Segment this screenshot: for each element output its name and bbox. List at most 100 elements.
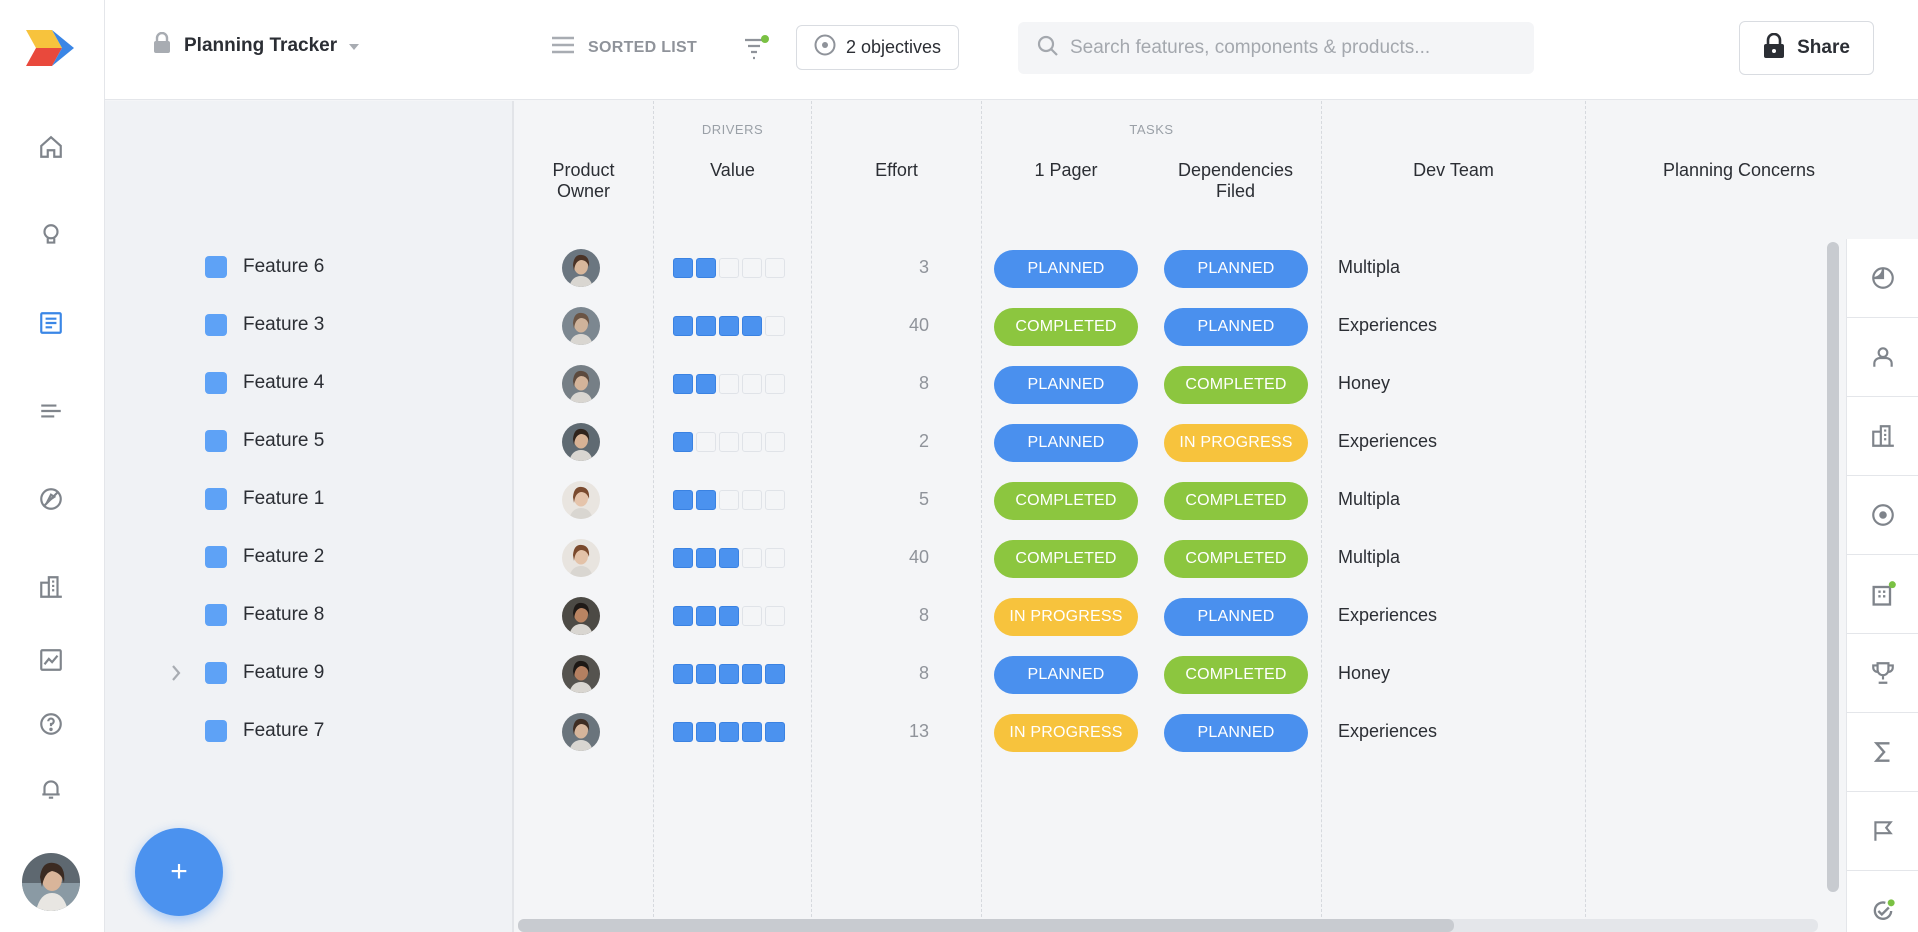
vertical-scrollbar[interactable]	[1827, 242, 1839, 892]
column-header-dependencies[interactable]: Dependencies Filed	[1150, 160, 1321, 202]
compass-icon[interactable]	[31, 479, 71, 519]
home-icon[interactable]	[31, 127, 71, 167]
lightbulb-icon[interactable]	[31, 215, 71, 255]
sigma-icon[interactable]	[1847, 713, 1918, 792]
filter-button[interactable]	[743, 34, 773, 62]
feature-name[interactable]: Feature 3	[205, 314, 324, 336]
feature-name[interactable]: Feature 1	[205, 488, 324, 510]
effort-value[interactable]: 40	[850, 315, 929, 336]
dev-team-value[interactable]: Honey	[1338, 373, 1390, 394]
value-rating[interactable]	[673, 606, 785, 626]
one-pager-status[interactable]: PLANNED	[994, 424, 1138, 462]
table-row[interactable]: Feature 3 40 COMPLETED PLANNED Experiences	[105, 297, 1844, 355]
value-rating[interactable]	[673, 258, 785, 278]
one-pager-status[interactable]: PLANNED	[994, 366, 1138, 404]
check-circle-icon[interactable]	[1847, 871, 1918, 932]
dev-team-value[interactable]: Multipla	[1338, 257, 1400, 278]
document-icon[interactable]	[31, 303, 71, 343]
table-row[interactable]: Feature 9 8 PLANNED COMPLETED Honey	[105, 645, 1844, 703]
dev-team-value[interactable]: Experiences	[1338, 315, 1437, 336]
feature-name[interactable]: Feature 5	[205, 430, 324, 452]
feature-name[interactable]: Feature 4	[205, 372, 324, 394]
owner-avatar[interactable]	[562, 713, 600, 751]
dev-team-value[interactable]: Multipla	[1338, 547, 1400, 568]
effort-value[interactable]: 13	[850, 721, 929, 742]
help-icon[interactable]	[31, 704, 71, 744]
owner-avatar[interactable]	[562, 365, 600, 403]
table-row[interactable]: Feature 1 5 COMPLETED COMPLETED Multipla	[105, 471, 1844, 529]
table-row[interactable]: Feature 5 2 PLANNED IN PROGRESS Experiences	[105, 413, 1844, 471]
target-icon[interactable]	[1847, 476, 1918, 555]
one-pager-status[interactable]: IN PROGRESS	[994, 714, 1138, 752]
column-header-effort[interactable]: Effort	[812, 160, 981, 181]
table-row[interactable]: Feature 6 3 PLANNED PLANNED Multipla	[105, 239, 1844, 297]
dev-team-value[interactable]: Experiences	[1338, 721, 1437, 742]
dependencies-status[interactable]: IN PROGRESS	[1164, 424, 1308, 462]
app-logo[interactable]	[22, 26, 78, 70]
list-icon[interactable]	[31, 391, 71, 431]
view-selector[interactable]: SORTED LIST	[552, 36, 697, 59]
effort-value[interactable]: 8	[850, 373, 929, 394]
dependencies-status[interactable]: PLANNED	[1164, 308, 1308, 346]
value-rating[interactable]	[673, 548, 785, 568]
dev-team-value[interactable]: Honey	[1338, 663, 1390, 684]
value-rating[interactable]	[673, 664, 785, 684]
feature-name[interactable]: Feature 8	[205, 604, 324, 626]
objectives-button[interactable]: 2 objectives	[796, 25, 959, 70]
column-header-one-pager[interactable]: 1 Pager	[982, 160, 1150, 181]
chart-icon[interactable]	[31, 640, 71, 680]
search-input[interactable]	[1070, 37, 1510, 59]
effort-value[interactable]: 5	[850, 489, 929, 510]
column-header-product-owner[interactable]: Product Owner	[514, 160, 653, 202]
add-feature-button[interactable]: +	[135, 828, 223, 916]
owner-avatar[interactable]	[562, 249, 600, 287]
value-rating[interactable]	[673, 490, 785, 510]
column-header-dev-team[interactable]: Dev Team	[1322, 160, 1585, 181]
one-pager-status[interactable]: IN PROGRESS	[994, 598, 1138, 636]
one-pager-status[interactable]: COMPLETED	[994, 308, 1138, 346]
value-rating[interactable]	[673, 316, 785, 336]
owner-avatar[interactable]	[562, 539, 600, 577]
owner-avatar[interactable]	[562, 597, 600, 635]
dependencies-status[interactable]: COMPLETED	[1164, 540, 1308, 578]
column-header-planning-concerns[interactable]: Planning Concerns	[1586, 160, 1892, 181]
one-pager-status[interactable]: COMPLETED	[994, 540, 1138, 578]
dependencies-status[interactable]: COMPLETED	[1164, 366, 1308, 404]
dependencies-status[interactable]: COMPLETED	[1164, 656, 1308, 694]
dependencies-status[interactable]: PLANNED	[1164, 598, 1308, 636]
trophy-icon[interactable]	[1847, 634, 1918, 713]
dev-team-value[interactable]: Experiences	[1338, 431, 1437, 452]
flag-icon[interactable]	[1847, 792, 1918, 871]
bell-icon[interactable]	[31, 769, 71, 809]
building-grid-icon[interactable]	[1847, 555, 1918, 634]
effort-value[interactable]: 8	[850, 605, 929, 626]
dependencies-status[interactable]: PLANNED	[1164, 714, 1308, 752]
dependencies-status[interactable]: PLANNED	[1164, 250, 1308, 288]
effort-value[interactable]: 40	[850, 547, 929, 568]
user-avatar[interactable]	[22, 853, 80, 911]
table-row[interactable]: Feature 2 40 COMPLETED COMPLETED Multipla	[105, 529, 1844, 587]
effort-value[interactable]: 8	[850, 663, 929, 684]
table-row[interactable]: Feature 7 13 IN PROGRESS PLANNED Experiences	[105, 703, 1844, 761]
person-icon[interactable]	[1847, 318, 1918, 397]
dev-team-value[interactable]: Multipla	[1338, 489, 1400, 510]
feature-name[interactable]: Feature 7	[205, 720, 324, 742]
value-rating[interactable]	[673, 374, 785, 394]
expand-chevron-icon[interactable]	[171, 664, 181, 687]
value-rating[interactable]	[673, 722, 785, 742]
horizontal-scrollbar[interactable]	[518, 919, 1454, 932]
effort-value[interactable]: 2	[850, 431, 929, 452]
table-row[interactable]: Feature 8 8 IN PROGRESS PLANNED Experiences	[105, 587, 1844, 645]
buildings-icon[interactable]	[1847, 397, 1918, 476]
table-row[interactable]: Feature 4 8 PLANNED COMPLETED Honey	[105, 355, 1844, 413]
one-pager-status[interactable]: COMPLETED	[994, 482, 1138, 520]
search-box[interactable]	[1018, 22, 1534, 74]
owner-avatar[interactable]	[562, 423, 600, 461]
value-rating[interactable]	[673, 432, 785, 452]
owner-avatar[interactable]	[562, 481, 600, 519]
buildings-icon[interactable]	[31, 567, 71, 607]
feature-name[interactable]: Feature 2	[205, 546, 324, 568]
tracker-selector[interactable]: Planning Tracker	[152, 31, 360, 59]
feature-name[interactable]: Feature 6	[205, 256, 324, 278]
dev-team-value[interactable]: Experiences	[1338, 605, 1437, 626]
